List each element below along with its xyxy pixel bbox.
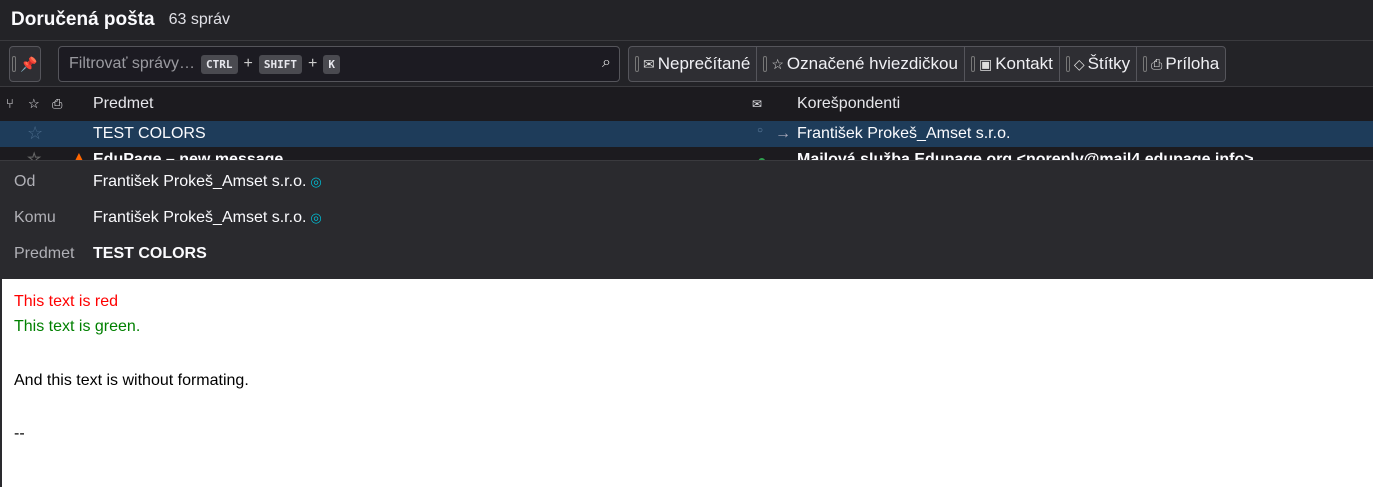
signature-separator: -- (14, 425, 25, 442)
star-icon: ☆ (771, 55, 784, 72)
thread-column-icon[interactable]: ⑂ (6, 96, 14, 111)
message-subject: TEST COLORS (93, 125, 206, 142)
envelope-icon: ✉ (643, 55, 655, 72)
folder-title: Doručená pošta (11, 9, 155, 30)
unread-column-icon[interactable]: ✉ (752, 97, 762, 111)
paperclip-icon: ⎙ (1151, 55, 1163, 72)
filter-label: Príloha (1165, 54, 1220, 73)
filter-buttons: ✉ Neprečítané ☆ Označené hviezdičkou ▣ Kont… (628, 46, 1227, 82)
green-text: This text is green. (14, 318, 141, 335)
message-correspondent: Mailová služba Edupage.org <noreply@mail… (797, 151, 1254, 160)
message-body: This text is red This text is green. And… (0, 279, 1373, 487)
from-name: František Prokeš_Amset s.r.o. (93, 173, 307, 190)
message-count: 63 správ (168, 11, 230, 28)
to-value[interactable]: František Prokeš_Amset s.r.o. ◎ (93, 209, 322, 227)
kbd-plus: + (308, 55, 318, 72)
red-text: This text is red (14, 293, 119, 310)
flame-icon: ▲ (73, 149, 85, 160)
star-column-icon[interactable]: ☆ (28, 96, 40, 112)
to-name: František Prokeš_Amset s.r.o. (93, 209, 307, 226)
pin-button[interactable]: 📌 (9, 46, 41, 82)
contact-icon[interactable]: ◎ (310, 210, 321, 225)
quick-filter-bar: 📌 Filtrovať správy… CTRL + SHIFT + K ⌕ ✉… (0, 41, 1373, 87)
folder-header: Doručená pošta 63 správ (0, 0, 1373, 41)
star-icon[interactable]: ☆ (27, 123, 43, 144)
search-icon: ⌕ (602, 54, 611, 71)
kbd-plus: + (243, 55, 253, 72)
plain-text: And this text is without formating. (14, 372, 249, 389)
contact-icon[interactable]: ◎ (310, 174, 321, 189)
filter-label: Označené hviezdičkou (786, 54, 958, 73)
kbd-k: K (323, 54, 340, 74)
toggle-indicator (1065, 56, 1070, 72)
toggle-indicator (1143, 56, 1148, 72)
star-icon[interactable]: ☆ (27, 149, 41, 160)
subject-label: Predmet (14, 245, 75, 262)
message-list-header: ⑂ ☆ ⎙ Predmet ✉ Korešpondenti (0, 87, 1373, 121)
attachment-column-icon[interactable]: ⎙ (52, 96, 62, 112)
kbd-shift: SHIFT (258, 54, 302, 74)
contact-card-icon: ▣ (978, 55, 993, 72)
toggle-indicator (635, 56, 639, 72)
filter-label: Kontakt (995, 54, 1053, 73)
search-input[interactable]: Filtrovať správy… CTRL + SHIFT + K ⌕ (58, 46, 620, 82)
outgoing-arrow-icon: → (775, 125, 791, 142)
message-correspondent: František Prokeš_Amset s.r.o. (797, 125, 1011, 142)
search-placeholder: Filtrovať správy… (69, 55, 196, 72)
column-subject[interactable]: Predmet (93, 95, 153, 113)
tag-icon: ◇ (1073, 55, 1085, 72)
table-row[interactable]: ☆ ▲ EduPage – new message ● Mailová služ… (0, 147, 1373, 160)
to-label: Komu (14, 209, 56, 226)
column-correspondents[interactable]: Korešpondenti (797, 95, 900, 113)
read-status-icon[interactable]: ○ (757, 125, 763, 136)
message-header-pane: Od František Prokeš_Amset s.r.o. ◎ Komu F… (0, 160, 1373, 279)
table-row[interactable]: ☆ TEST COLORS ○ → František Prokeš_Amset… (0, 121, 1373, 147)
filter-starred-button[interactable]: ☆ Označené hviezdičkou (757, 47, 965, 81)
filter-attachment-button[interactable]: ⎙ Príloha (1137, 47, 1225, 81)
from-label: Od (14, 173, 36, 190)
toggle-indicator (970, 56, 975, 72)
toggle-indicator (763, 56, 768, 72)
filter-label: Neprečítané (657, 54, 751, 73)
filter-tags-button[interactable]: ◇ Štítky (1060, 47, 1138, 81)
from-value[interactable]: František Prokeš_Amset s.r.o. ◎ (93, 173, 322, 191)
pin-icon: 📌 (20, 55, 38, 72)
unread-dot-icon[interactable]: ● (757, 153, 767, 160)
message-subject: EduPage – new message (93, 151, 284, 160)
filter-unread-button[interactable]: ✉ Neprečítané (629, 47, 758, 81)
filter-contact-button[interactable]: ▣ Kontakt (965, 47, 1060, 81)
filter-label: Štítky (1087, 54, 1131, 73)
kbd-ctrl: CTRL (201, 54, 238, 74)
toggle-indicator (12, 56, 17, 72)
subject-value: TEST COLORS (93, 245, 207, 262)
